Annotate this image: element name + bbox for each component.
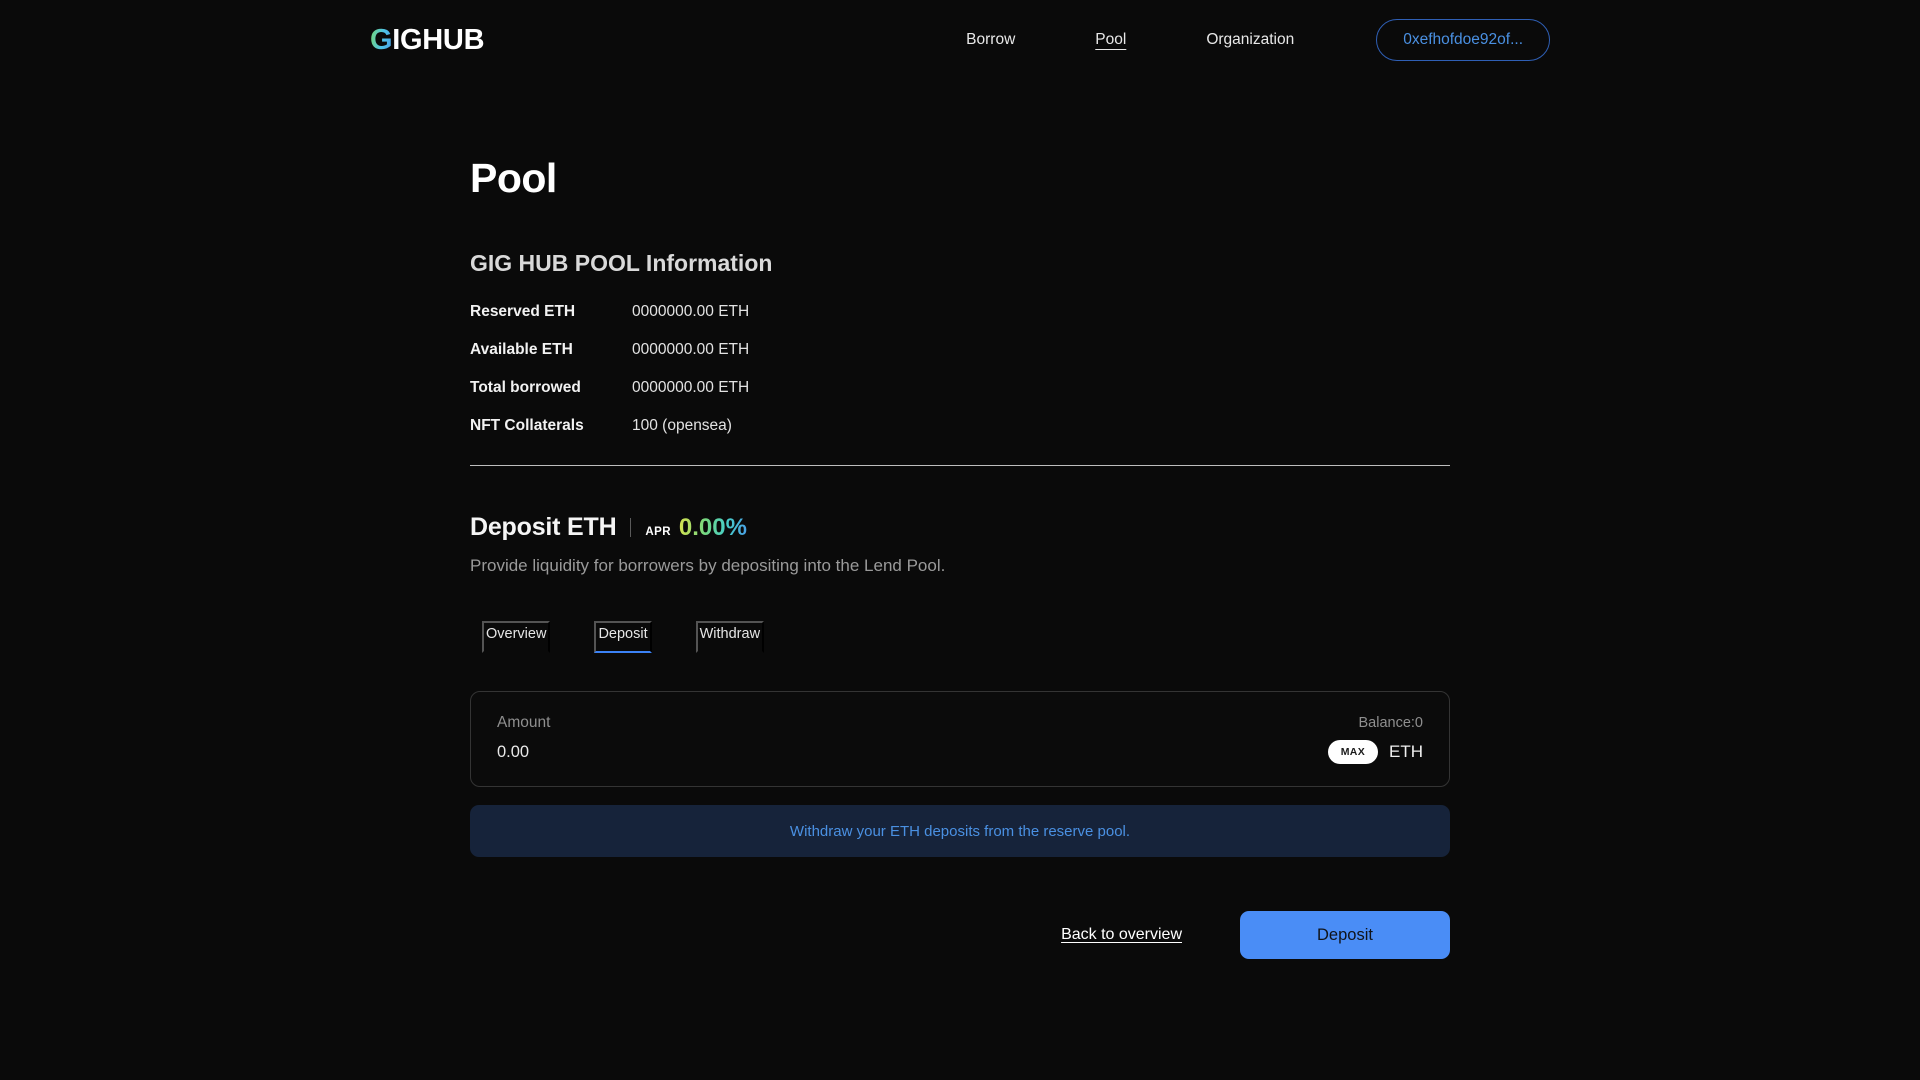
info-value: 100 (opensea) [632,417,732,434]
amount-box-top-row: Amount Balance:0 [497,714,1423,732]
max-button[interactable]: MAX [1327,740,1378,764]
table-row: Reserved ETH 0000000.00 ETH [470,303,1450,321]
amount-label: Amount [497,714,551,731]
nav-item-organization[interactable]: Organization [1166,27,1334,53]
table-row: NFT Collaterals 100 (opensea) [470,417,1450,435]
deposit-heading: Deposit ETH APR 0.00% [470,513,1450,542]
currency-unit-label: ETH [1389,742,1423,761]
apr-label: APR [645,526,671,538]
logo-accent-letter: G [370,23,393,56]
table-row: Total borrowed 0000000.00 ETH [470,379,1450,397]
page-title: Pool [470,155,557,201]
tab-withdraw[interactable]: Withdraw [695,621,765,653]
notice-text: Withdraw your ETH deposits from the rese… [789,822,1131,840]
nav-link-borrow[interactable]: Borrow [964,27,1017,53]
logo-text: IGHUB [392,23,485,56]
balance-label: Balance:0 [1358,715,1424,731]
nav-link-pool[interactable]: Pool [1093,27,1128,53]
pool-info-title: GIG HUB POOL Information [470,250,773,276]
vertical-divider-icon [630,518,632,537]
info-label: Total borrowed [470,379,581,396]
deposit-subtitle: Provide liquidity for borrowers by depos… [470,556,946,575]
primary-navigation: Borrow Pool Organization 0xefhofdoe92of.… [926,19,1550,61]
brand-logo[interactable]: GIGHUB [370,23,485,57]
form-actions: Back to overview Deposit [470,911,1450,959]
amount-box-bottom-row: MAX ETH [497,740,1423,764]
nav-item-pool[interactable]: Pool [1055,27,1166,53]
amount-input[interactable] [497,742,797,762]
tab-overview[interactable]: Overview [482,621,551,653]
notice-banner: Withdraw your ETH deposits from the rese… [470,805,1450,857]
amount-input-box[interactable]: Amount Balance:0 MAX ETH [470,691,1450,787]
info-label: Available ETH [470,341,573,358]
wallet-address-button[interactable]: 0xefhofdoe92of... [1376,19,1550,61]
pool-info-table: Reserved ETH 0000000.00 ETH Available ET… [470,303,1450,435]
nav-link-organization[interactable]: Organization [1204,27,1296,53]
deposit-tabs: Overview Deposit Withdraw [482,621,1450,653]
nav-item-borrow[interactable]: Borrow [926,27,1055,53]
info-value: 0000000.00 ETH [632,379,750,396]
info-value: 0000000.00 ETH [632,303,750,320]
deposit-submit-button[interactable]: Deposit [1240,911,1450,959]
info-label: NFT Collaterals [470,417,584,434]
apr-value: 0.00% [678,514,747,541]
main-content: Pool GIG HUB POOL Information Reserved E… [470,155,1450,959]
section-divider [470,465,1450,466]
amount-right-controls: MAX ETH [1327,740,1423,764]
info-value: 0000000.00 ETH [632,341,750,358]
info-label: Reserved ETH [470,303,576,320]
site-header: GIGHUB Borrow Pool Organization 0xefhofd… [0,0,1920,80]
back-to-overview-link[interactable]: Back to overview [1061,926,1182,944]
table-row: Available ETH 0000000.00 ETH [470,341,1450,359]
tab-deposit[interactable]: Deposit [594,621,652,653]
deposit-title: Deposit ETH [470,513,617,541]
